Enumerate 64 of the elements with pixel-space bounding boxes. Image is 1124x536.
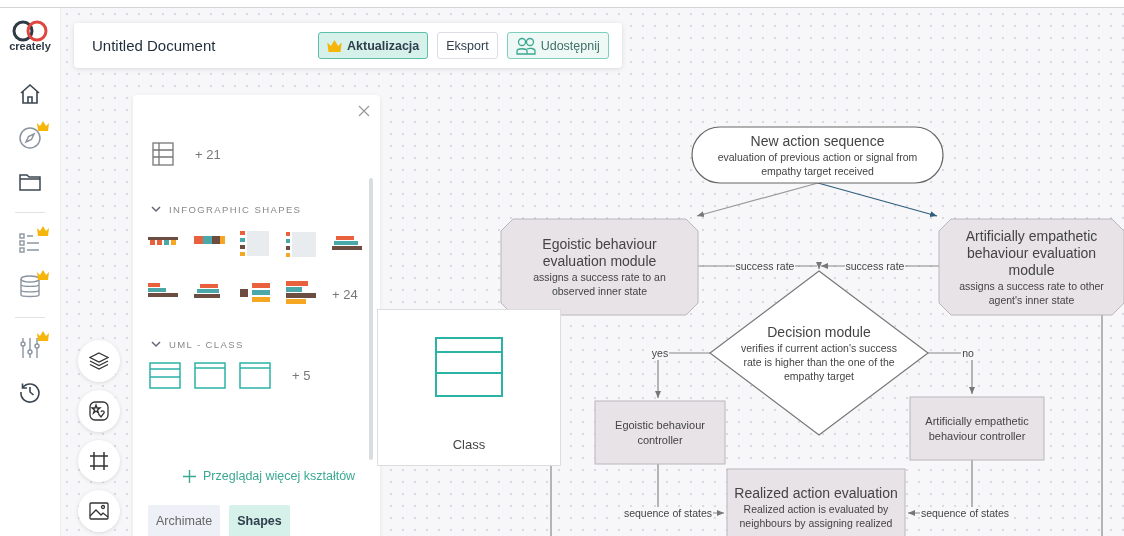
node-title: Egoistic behaviour evaluation module (541, 236, 658, 270)
chevron-icon[interactable] (151, 206, 161, 213)
infographic-shape-icon[interactable] (286, 231, 318, 257)
more-shapes-count[interactable]: + 24 (332, 286, 378, 302)
library-tab[interactable]: Shapes (229, 505, 290, 536)
infographic-shape-icon[interactable] (286, 281, 318, 307)
section-title[interactable]: UML - CLASS (169, 339, 244, 350)
people-icon (515, 36, 536, 55)
connector-line (550, 465, 552, 536)
upgrade-button[interactable]: Aktualizacja (318, 32, 429, 59)
connector-label: yes (650, 346, 670, 360)
node-description: assigns a success rate to an observed inner state (532, 270, 667, 298)
crown-icon (37, 331, 49, 341)
close-icon[interactable] (358, 105, 370, 117)
layers-button[interactable] (78, 340, 120, 382)
image-button[interactable] (78, 490, 120, 532)
stickers-button[interactable] (78, 390, 120, 432)
logo-text: creately (9, 40, 51, 52)
node-title: Realized action evaluation (734, 484, 898, 502)
document-title[interactable]: Untitled Document (92, 37, 318, 54)
crown-icon (37, 226, 49, 236)
section-title[interactable]: INFOGRAPHIC SHAPES (169, 204, 302, 215)
compass-icon (18, 126, 42, 150)
node-title: Egoistic behaviour controller (614, 417, 706, 448)
history-icon (18, 380, 42, 404)
plus-icon (183, 469, 196, 483)
more-shapes-count[interactable]: + 5 (284, 368, 324, 383)
table-shape-icon[interactable] (152, 142, 174, 166)
frame-icon (89, 451, 109, 471)
connector-label: no (961, 346, 975, 360)
crown-icon (37, 121, 49, 131)
connector-label: sequence of states (622, 506, 714, 520)
crown-icon (37, 270, 49, 280)
checklist-icon (19, 232, 41, 254)
class-shape-icon (435, 337, 503, 397)
image-icon (89, 502, 109, 520)
connector-label: success rate (844, 259, 906, 273)
layers-icon (89, 351, 109, 371)
node-description: Realized action is evaluated by neighbours by assigning realized (738, 501, 894, 530)
more-shapes-count[interactable]: + 21 (195, 146, 221, 162)
database-icon (19, 275, 41, 299)
node-title: Artificially empathetic behaviour controller (924, 413, 1030, 444)
folder-icon (19, 172, 41, 192)
export-button[interactable]: Eksport (437, 32, 498, 59)
logo-icon (10, 20, 50, 42)
browse-more-link[interactable]: Przeglądaj więcej kształtów (183, 469, 356, 483)
share-button[interactable]: Udostępnij (506, 32, 609, 59)
crown-icon (327, 39, 342, 52)
node-title: Decision module (767, 323, 871, 341)
node-description: verifies if current action's success rate is higher than the one of the empathy target (740, 340, 898, 383)
sliders-icon (19, 336, 41, 360)
shape-name: Class (452, 437, 486, 452)
infographic-shape-icon[interactable] (240, 231, 272, 257)
node-description: assigns a success rate to other agent's inner state (958, 278, 1105, 307)
connector-label: success rate (734, 259, 796, 273)
node-title: New action sequence (750, 132, 885, 150)
connector-label: sequence of states (919, 506, 1011, 520)
node-title: Artificially empathetic behaviour evaluation module (964, 227, 1099, 279)
home-icon (18, 82, 42, 106)
library-tab[interactable]: Archimate (148, 505, 221, 536)
node-description: evaluation of previous action or signal from empathy target received (716, 149, 919, 178)
chevron-icon[interactable] (151, 341, 161, 348)
scrollbar[interactable] (369, 178, 373, 460)
frame-button[interactable] (78, 440, 120, 482)
